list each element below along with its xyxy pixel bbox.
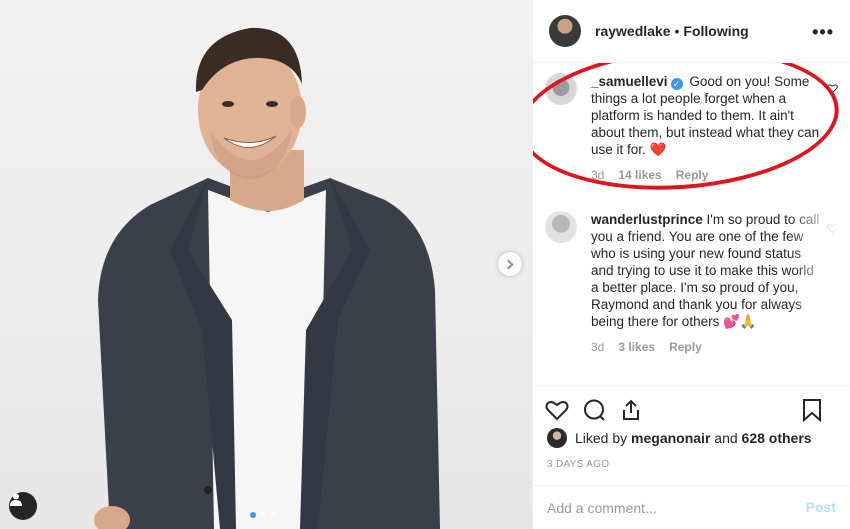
comment-age[interactable]: 3d [591, 339, 604, 356]
liker-username[interactable]: meganonair [631, 430, 710, 446]
bookmark-icon[interactable] [801, 398, 823, 422]
reply-button[interactable]: Reply [669, 339, 702, 356]
comment-input[interactable]: Add a comment... [547, 500, 657, 516]
author-avatar[interactable] [549, 15, 581, 47]
comment-item: wanderlustprince I'm so proud to call yo… [545, 211, 825, 356]
post-timestamp[interactable]: 3 DAYS AGO [547, 459, 609, 470]
post-photo[interactable] [0, 0, 532, 529]
heart-icon[interactable] [545, 398, 569, 422]
comment-composer: Add a comment... Post [533, 485, 850, 529]
more-options-icon[interactable]: ••• [812, 22, 834, 43]
instagram-post-window: raywedlake • Following ••• _samuellevi ✓ … [0, 0, 850, 529]
commenter-username[interactable]: wanderlustprince [591, 212, 703, 227]
following-button[interactable]: Following [683, 23, 748, 39]
post-side-panel: raywedlake • Following ••• _samuellevi ✓ … [532, 0, 850, 529]
comment-meta: 3d 3 likes Reply [591, 339, 823, 356]
comment-likes[interactable]: 3 likes [618, 339, 655, 356]
header-separator: • [674, 23, 680, 39]
liked-by-label: Liked by [575, 430, 628, 446]
next-photo-button[interactable] [498, 252, 522, 276]
post-actions [533, 385, 850, 433]
share-icon[interactable] [619, 398, 643, 422]
man-portrait-image [94, 27, 440, 529]
author-username[interactable]: raywedlake [595, 23, 671, 39]
liker-avatar[interactable] [547, 428, 567, 448]
tagged-users-button[interactable] [9, 492, 37, 520]
carousel-indicator [250, 512, 276, 518]
post-comment-button[interactable]: Post [806, 499, 836, 515]
post-header: raywedlake • Following ••• [533, 0, 850, 63]
comment-text: I'm so proud to call you a friend. You a… [591, 212, 820, 329]
comments-list[interactable]: _samuellevi ✓ Good on you! Some things a … [533, 63, 850, 385]
chevron-right-icon [503, 259, 514, 269]
likes-others-count[interactable]: 628 others [742, 430, 812, 446]
likes-summary: Liked by meganonair and 628 others [547, 428, 812, 448]
text-fade-overlay [790, 208, 850, 308]
commenter-avatar[interactable] [545, 211, 577, 243]
comment-icon[interactable] [582, 398, 606, 422]
carousel-dot [260, 512, 266, 518]
user-icon [10, 493, 22, 506]
carousel-dot-active [250, 512, 256, 518]
carousel-dot [270, 512, 276, 518]
likes-and-label: and [714, 430, 738, 446]
